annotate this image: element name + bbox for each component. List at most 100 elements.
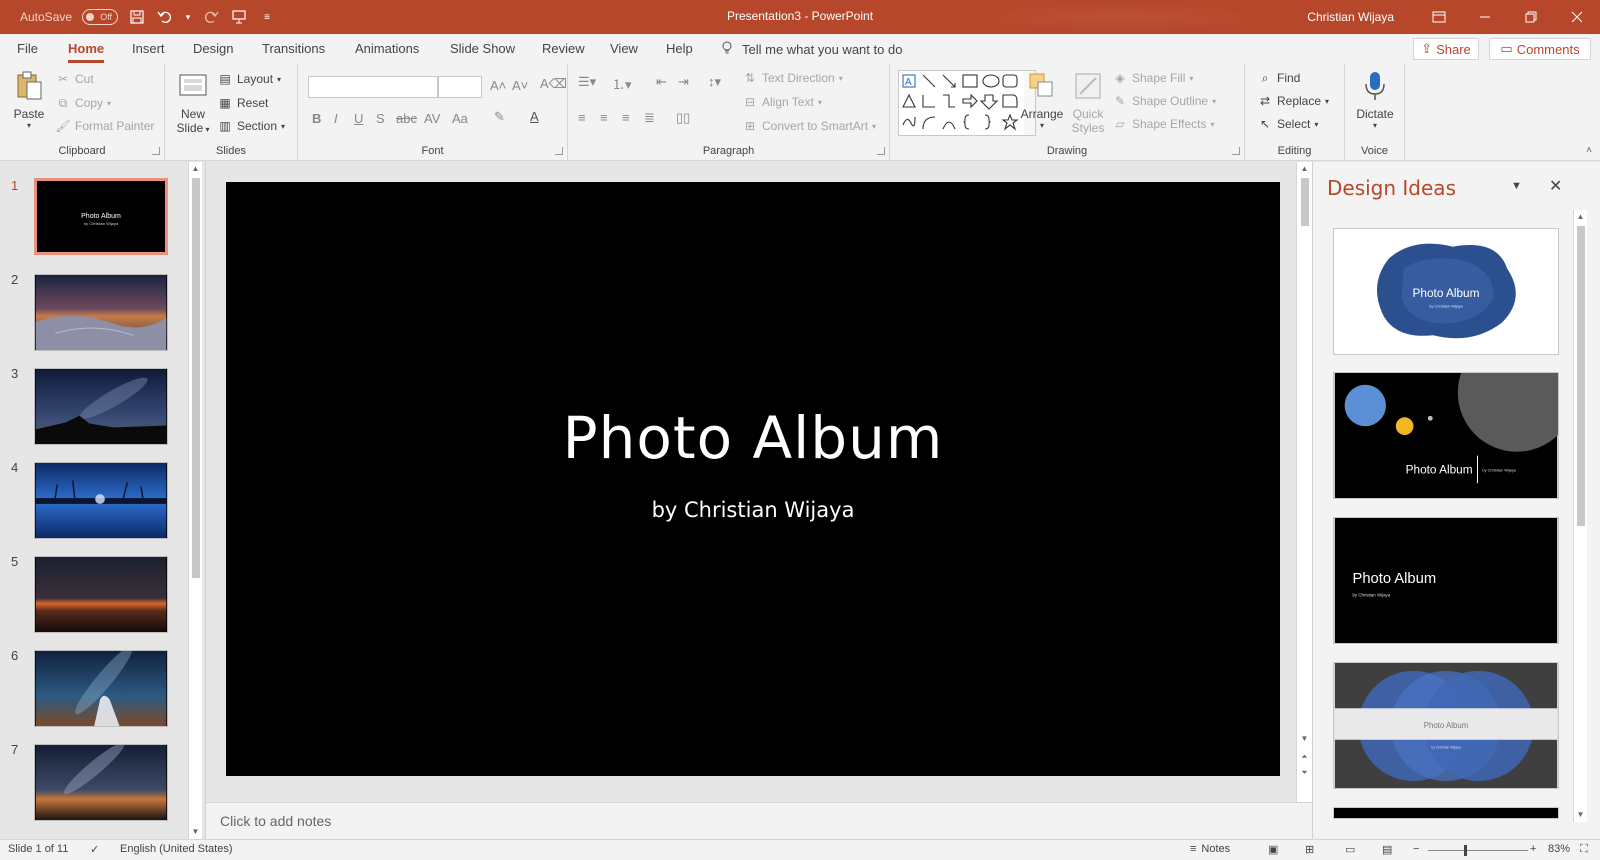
close-icon[interactable] (1554, 0, 1600, 34)
slide-title[interactable]: Photo Album (226, 404, 1280, 472)
slide-thumbnail-1[interactable]: Photo Album by Christian Wijaya (34, 178, 168, 255)
increase-indent-icon[interactable]: ⇥ (678, 74, 689, 90)
shadow-icon[interactable]: S (376, 111, 385, 126)
tab-design[interactable]: Design (193, 34, 233, 64)
align-text-button[interactable]: ⊟ Align Text ▾ (742, 94, 822, 110)
design-idea-1[interactable]: Photo Album by Christian Wijaya (1333, 228, 1559, 355)
slide-thumbnail-3[interactable] (34, 368, 168, 445)
dictate-button[interactable]: Dictate ▾ (1351, 70, 1399, 130)
shape-fill-button[interactable]: ◈ Shape Fill ▾ (1112, 70, 1193, 86)
customize-toolbar-icon[interactable]: ≡ (258, 8, 276, 26)
zoom-in-icon[interactable]: + (1530, 843, 1536, 855)
design-idea-3[interactable]: Photo Album by Christian Wijaya (1333, 517, 1559, 644)
current-slide[interactable]: Photo Album by Christian Wijaya (226, 182, 1280, 776)
slide-subtitle[interactable]: by Christian Wijaya (226, 498, 1280, 522)
italic-icon[interactable]: I (334, 111, 338, 126)
slide-thumbnail-4[interactable] (34, 462, 168, 539)
tab-slide-show[interactable]: Slide Show (450, 34, 515, 64)
scroll-up-icon[interactable]: ▲ (1297, 162, 1312, 176)
tab-view[interactable]: View (610, 34, 638, 64)
ribbon-display-options-icon[interactable] (1416, 0, 1462, 34)
slideshow-view-icon[interactable]: ▤ (1382, 843, 1392, 856)
paste-button[interactable]: Paste ▾ (8, 70, 50, 130)
decrease-font-icon[interactable]: A˅ (512, 78, 528, 93)
new-slide-button[interactable]: New Slide ▾ (173, 70, 213, 135)
scroll-down-icon[interactable]: ▼ (1574, 808, 1587, 822)
font-family-combo[interactable] (308, 76, 438, 98)
reading-view-icon[interactable]: ▭ (1345, 843, 1355, 856)
language-indicator[interactable]: English (United States) (120, 843, 233, 855)
clipboard-launcher-icon[interactable] (152, 147, 160, 155)
save-icon[interactable] (128, 8, 146, 26)
arrange-button[interactable]: Arrange ▾ (1018, 70, 1066, 130)
design-idea-2[interactable]: Photo Album by Christian Wijaya (1333, 372, 1559, 499)
decrease-indent-icon[interactable]: ⇤ (656, 74, 667, 90)
zoom-level[interactable]: 83% (1548, 843, 1570, 855)
minimize-icon[interactable] (1462, 0, 1508, 34)
undo-dropdown-icon[interactable]: ▾ (184, 8, 192, 26)
slide-thumbnail-6[interactable] (34, 650, 168, 727)
tab-help[interactable]: Help (666, 34, 693, 64)
design-idea-4[interactable]: Photo Album by Christian Wijaya (1333, 662, 1559, 789)
drawing-launcher-icon[interactable] (1232, 147, 1240, 155)
notes-pane[interactable]: Click to add notes (206, 802, 1312, 839)
zoom-slider-thumb[interactable] (1464, 845, 1467, 856)
slide-thumbnail-2[interactable] (34, 274, 168, 351)
highlight-icon[interactable]: ✎ (494, 109, 505, 125)
tab-insert[interactable]: Insert (132, 34, 165, 64)
text-direction-button[interactable]: ⇅ Text Direction ▾ (742, 70, 843, 86)
scroll-down-icon[interactable]: ▼ (189, 825, 202, 839)
justify-icon[interactable]: ≣ (644, 110, 655, 126)
tab-review[interactable]: Review (542, 34, 585, 64)
layout-button[interactable]: ▤ Layout ▾ (217, 71, 281, 87)
slide-thumbnail-5[interactable] (34, 556, 168, 633)
paragraph-launcher-icon[interactable] (877, 147, 885, 155)
format-painter-button[interactable]: 🖌 Format Painter (55, 118, 154, 134)
pane-close-icon[interactable]: ✕ (1549, 176, 1562, 196)
design-ideas-scroll-thumb[interactable] (1577, 226, 1585, 526)
start-slideshow-icon[interactable] (230, 8, 248, 26)
find-button[interactable]: ⌕ Find (1257, 70, 1301, 86)
next-slide-icon[interactable]: ⏷ (1297, 766, 1312, 780)
select-button[interactable]: ↖ Select ▾ (1257, 116, 1318, 132)
undo-icon[interactable] (156, 8, 174, 26)
slide-scroll-thumb[interactable] (1301, 178, 1309, 226)
clear-formatting-icon[interactable]: A⌫ (540, 76, 567, 92)
convert-smartart-button[interactable]: ⊞ Convert to SmartArt ▾ (742, 118, 876, 134)
collapse-ribbon-icon[interactable]: ˄ (1586, 145, 1592, 156)
restore-icon[interactable] (1508, 0, 1554, 34)
user-name[interactable]: Christian Wijaya (1307, 10, 1394, 24)
align-right-icon[interactable]: ≡ (622, 110, 630, 125)
design-ideas-scrollbar[interactable]: ▲ ▼ (1573, 210, 1587, 822)
slide-scrollbar[interactable]: ▲ ▼ ⏶ ⏷ (1296, 162, 1312, 802)
pane-options-icon[interactable]: ▼ (1511, 180, 1522, 192)
align-center-icon[interactable]: ≡ (600, 110, 608, 125)
tab-home[interactable]: Home (68, 34, 105, 64)
autosave-toggle[interactable]: Off (82, 9, 119, 25)
strikethrough-icon[interactable]: abc (396, 111, 417, 126)
section-button[interactable]: ▥ Section ▾ (217, 118, 285, 134)
previous-slide-icon[interactable]: ⏶ (1297, 750, 1312, 764)
font-size-combo[interactable] (438, 76, 482, 98)
normal-view-icon[interactable]: ▣ (1268, 843, 1278, 856)
character-spacing-icon[interactable]: AV (424, 111, 440, 126)
change-case-icon[interactable]: Aa (452, 111, 468, 126)
thumbnail-scroll-thumb[interactable] (192, 178, 200, 578)
reset-button[interactable]: ▦ Reset (217, 95, 268, 111)
numbering-icon[interactable]: ⒈▾ (612, 74, 632, 93)
quick-styles-button[interactable]: Quick Styles (1066, 70, 1110, 135)
shape-effects-button[interactable]: ▱ Shape Effects ▾ (1112, 116, 1214, 132)
thumbnail-scrollbar[interactable]: ▲ ▼ (188, 162, 202, 839)
notes-placeholder[interactable]: Click to add notes (220, 813, 331, 829)
slide-sorter-icon[interactable]: ⊞ (1305, 843, 1314, 856)
share-button[interactable]: ⇪ Share (1413, 38, 1479, 60)
font-color-icon[interactable]: A (530, 109, 539, 124)
zoom-out-icon[interactable]: − (1413, 843, 1419, 855)
underline-icon[interactable]: U (354, 111, 363, 126)
notes-toggle[interactable]: ≡ Notes (1190, 843, 1230, 855)
cut-button[interactable]: ✂ Cut (55, 71, 94, 87)
scroll-up-icon[interactable]: ▲ (189, 162, 202, 176)
columns-icon[interactable]: ▯▯ (676, 110, 690, 126)
zoom-slider-track[interactable] (1428, 850, 1528, 851)
design-idea-5[interactable] (1333, 807, 1559, 819)
